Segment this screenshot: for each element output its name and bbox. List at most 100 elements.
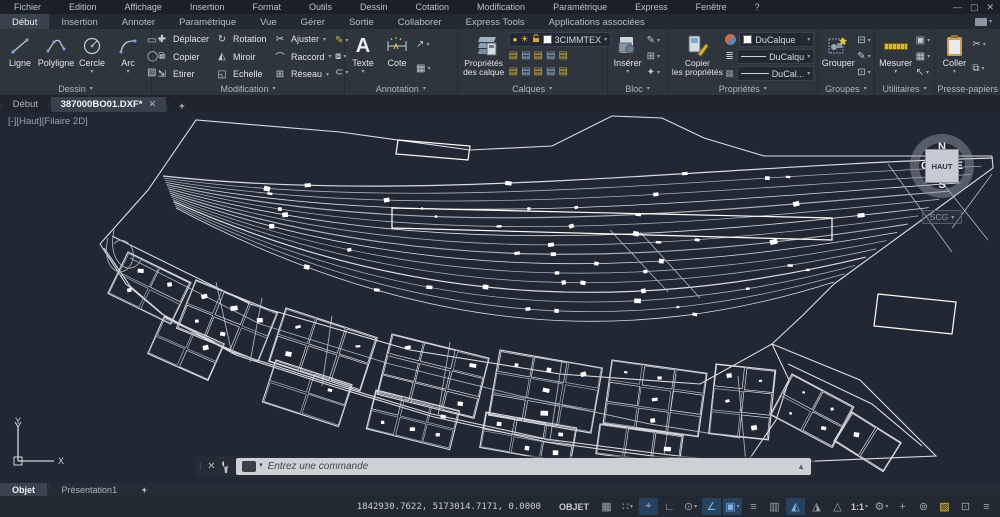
layer-tool-icon[interactable]: ▤ <box>509 51 518 61</box>
grid-icon[interactable]: ▦ <box>597 498 616 515</box>
menu-item-?[interactable]: ? <box>741 2 774 12</box>
plus-icon[interactable]: + <box>893 498 912 515</box>
command-icon[interactable] <box>242 461 256 472</box>
linetype-dropdown[interactable]: DuCal... ▾ <box>737 66 814 81</box>
leader-button[interactable]: ↗▾ <box>416 37 430 52</box>
command-line-dock[interactable]: ⁞ ✕ Entrez une commande ▲ <box>195 456 815 477</box>
layer-tool-icon[interactable]: ▤ <box>521 67 530 77</box>
text-button[interactable]: A Texte ▾ <box>348 31 378 82</box>
layer-tool-icon[interactable]: ▤ <box>509 67 518 77</box>
snap-icon[interactable]: ∷▾ <box>618 498 637 515</box>
rotation-button[interactable]: ↻Rotation <box>215 31 273 47</box>
menu-item-edition[interactable]: Edition <box>55 2 111 12</box>
customize-icon[interactable]: ≡ <box>977 498 996 515</box>
scale-button[interactable]: 1:1▾ <box>849 498 870 515</box>
layout-tab-présentation1[interactable]: Présentation1 <box>50 483 130 496</box>
ribbon-tab-début[interactable]: Début <box>0 14 49 29</box>
ribbon-tab-applications-associées[interactable]: Applications associées <box>537 14 657 29</box>
text-dropdown-caret[interactable]: ▾ <box>361 69 364 76</box>
réseau-button[interactable]: ⊞Réseau▾ <box>273 66 333 82</box>
annotation-autoscale-icon[interactable]: ◮ <box>807 498 826 515</box>
close-icon[interactable]: ✕ <box>986 2 994 13</box>
viewport-controls-label[interactable]: [-][Haut][Filaire 2D] <box>8 116 88 127</box>
quick-select-button[interactable]: ▣▾ <box>916 33 930 48</box>
panel-label-modification[interactable]: Modification▾ <box>152 82 344 95</box>
lineweight-dropdown[interactable]: DuCalqu ▾ <box>737 49 814 64</box>
create-block-button[interactable]: ⊞▾ <box>647 49 660 64</box>
ribbon-tab-collaborer[interactable]: Collaborer <box>386 14 454 29</box>
layer-dropdown[interactable]: ● ☀ 3CIMMTEX ▾ <box>509 32 611 47</box>
raccord-button[interactable]: ⌒Raccord▾ <box>273 49 333 65</box>
dynamic-input-icon[interactable]: ⌖ <box>639 498 658 515</box>
viewcube-top-face[interactable]: HAUT <box>925 149 959 183</box>
ribbon-collapse-control[interactable]: ▾ <box>975 14 992 29</box>
copier-button[interactable]: ⧉Copier <box>155 49 215 65</box>
circle-dropdown-caret[interactable]: ▾ <box>90 69 93 76</box>
raccord-dropdown-caret[interactable]: ▾ <box>329 53 332 60</box>
panel-label-proprietes[interactable]: Propriétés▾ <box>668 82 817 95</box>
group-button[interactable]: Grouper <box>821 31 855 82</box>
layer-properties-button[interactable]: Propriétés des calque <box>461 31 507 82</box>
layer-tool-icon[interactable]: ▤ <box>546 51 555 61</box>
ribbon-tab-gérer[interactable]: Gérer <box>289 14 337 29</box>
ajuster-button[interactable]: ✂Ajuster▾ <box>273 31 333 47</box>
table-button[interactable]: ▦▾ <box>416 61 430 76</box>
command-input[interactable]: Entrez une commande ▲ <box>236 458 811 475</box>
dimension-button[interactable]: Cote <box>380 31 414 82</box>
menu-item-dessin[interactable]: Dessin <box>346 2 402 12</box>
workspace-icon[interactable]: ⊚ <box>914 498 933 515</box>
viewcube-ring[interactable]: N O E S HAUT <box>910 134 974 198</box>
panel-label-presse-papiers[interactable]: Presse-papiers <box>935 82 1000 95</box>
annotation-scale-icon[interactable]: △ <box>828 498 847 515</box>
measure-dropdown-caret[interactable]: ▾ <box>894 69 897 76</box>
command-grip[interactable]: ⁞ <box>199 462 202 471</box>
model-space-button[interactable]: OBJET <box>553 502 595 512</box>
insert-block-button[interactable]: Insérer ▾ <box>611 31 645 82</box>
clean-screen-icon[interactable]: ⊡ <box>956 498 975 515</box>
arc-dropdown-caret[interactable]: ▾ <box>126 69 129 76</box>
menu-item-affichage[interactable]: Affichage <box>111 2 176 12</box>
group-edit-button[interactable]: ✎▾ <box>857 49 870 64</box>
déplacer-button[interactable]: ✚Déplacer <box>155 31 215 47</box>
isolate-objects-icon[interactable]: ▨ <box>935 498 954 515</box>
restore-icon[interactable]: ▢ <box>970 2 979 13</box>
ajuster-dropdown-caret[interactable]: ▾ <box>323 36 326 43</box>
settings-gear-icon[interactable]: ⚙▾ <box>872 498 891 515</box>
layout-tab-objet[interactable]: Objet <box>0 483 47 496</box>
insert-dropdown-caret[interactable]: ▾ <box>626 69 629 76</box>
menu-item-format[interactable]: Format <box>238 2 295 12</box>
menu-item-fichier[interactable]: Fichier <box>0 2 55 12</box>
command-close-icon[interactable]: ✕ <box>207 461 215 472</box>
new-layout-button[interactable]: + <box>132 483 157 496</box>
layer-tool-icon[interactable]: ▤ <box>534 67 543 77</box>
ungroup-button[interactable]: ⊟▾ <box>857 33 870 48</box>
arc-button[interactable]: Arc ▾ <box>111 31 145 82</box>
layer-tool-icon[interactable]: ▤ <box>546 67 555 77</box>
command-history-caret[interactable]: ▲ <box>797 462 805 471</box>
paste-dropdown-caret[interactable]: ▾ <box>953 69 956 76</box>
transparency-icon[interactable]: ▥ <box>765 498 784 515</box>
layer-tool-icon[interactable]: ▤ <box>521 51 530 61</box>
layer-tool-icon[interactable]: ▤ <box>534 51 543 61</box>
menu-item-fentre[interactable]: Fenêtre <box>682 2 741 12</box>
panel-label-dessin[interactable]: Dessin▾ <box>0 82 151 95</box>
polar-tracking-icon[interactable]: ⊙▾ <box>681 498 700 515</box>
viewcube[interactable]: N O E S HAUT SCG▾ <box>898 122 986 225</box>
ortho-icon[interactable]: ∟ <box>660 498 679 515</box>
ribbon-tab-express-tools[interactable]: Express Tools <box>454 14 537 29</box>
file-tab-close-icon[interactable]: ✕ <box>149 99 157 110</box>
annotation-visibility-icon[interactable]: ◭ <box>786 498 805 515</box>
osnap-icon[interactable]: ▣▾ <box>723 498 742 515</box>
panel-label-utilitaires[interactable]: Utilitaires▾ <box>875 82 935 95</box>
panel-label-annotation[interactable]: Annotation▾ <box>345 82 457 95</box>
drawing-canvas[interactable]: [-][Haut][Filaire 2D] N O E S HAUT SCG▾ … <box>0 112 1000 483</box>
menu-item-modification[interactable]: Modification <box>463 2 539 12</box>
osnap-tracking-icon[interactable]: ∠ <box>702 498 721 515</box>
id-point-button[interactable]: ↖▾ <box>916 65 930 80</box>
copy-clip-button[interactable]: ⧉▾ <box>972 61 985 76</box>
polyline-button[interactable]: Polyligne <box>39 31 73 82</box>
ribbon-tab-sortie[interactable]: Sortie <box>337 14 386 29</box>
group-select-button[interactable]: ⊡▾ <box>857 65 870 80</box>
layer-tool-icon[interactable]: ▤ <box>558 67 567 77</box>
circle-button[interactable]: Cercle ▾ <box>75 31 109 82</box>
